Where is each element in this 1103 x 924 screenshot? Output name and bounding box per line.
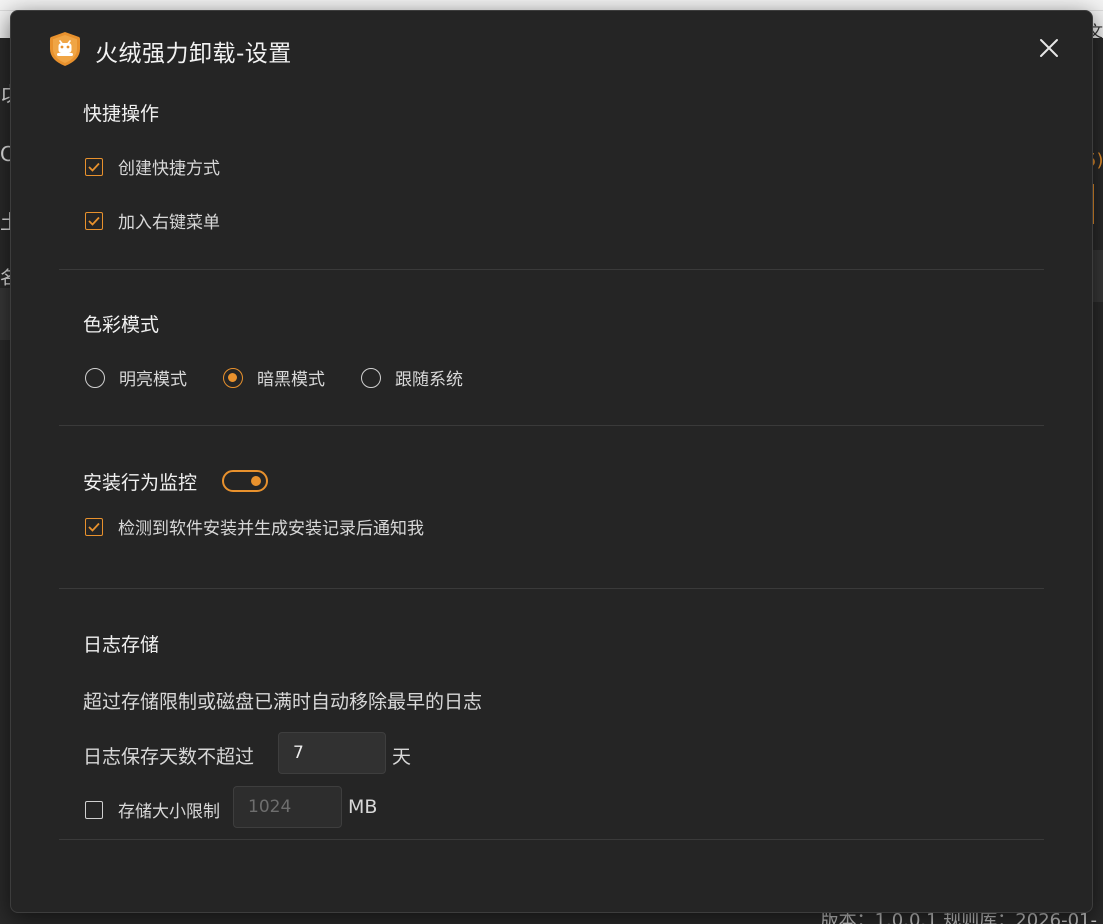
section-divider	[59, 269, 1044, 270]
section-title-shortcut: 快捷操作	[83, 103, 160, 125]
color-mode-radio-group: 明亮模式 暗黑模式 跟随系统	[85, 365, 499, 390]
check-icon	[88, 522, 100, 532]
dialog-title-bar[interactable]: 火绒强力卸载-设置	[11, 11, 1092, 85]
section-divider	[59, 839, 1044, 840]
radio-button[interactable]	[223, 367, 243, 388]
add-context-menu-label: 加入右键菜单	[118, 213, 220, 233]
log-days-input[interactable]: 7	[278, 732, 386, 774]
install-notify-checkbox-row[interactable]: 检测到软件安装并生成安装记录后通知我	[85, 514, 424, 539]
settings-dialog: 火绒强力卸载-设置 快捷操作 创建快捷方式 加入右键菜单 色彩模式 明亮模式 暗…	[10, 10, 1093, 913]
radio-dark-mode[interactable]: 暗黑模式	[223, 365, 325, 390]
size-limit-label: 存储大小限制	[118, 802, 220, 822]
radio-label: 跟随系统	[395, 370, 463, 390]
radio-label: 暗黑模式	[257, 370, 325, 390]
add-context-menu-checkbox-row[interactable]: 加入右键菜单	[85, 208, 220, 233]
radio-button[interactable]	[361, 367, 381, 388]
install-notify-checkbox[interactable]	[85, 517, 103, 536]
radio-light-mode[interactable]: 明亮模式	[85, 365, 187, 390]
size-limit-unit: MB	[348, 796, 378, 818]
dialog-title: 火绒强力卸载-设置	[95, 41, 292, 67]
create-shortcut-label: 创建快捷方式	[118, 159, 220, 179]
section-title-install-monitor: 安装行为监控	[83, 472, 198, 494]
section-title-log-storage: 日志存储	[83, 634, 160, 656]
section-divider	[59, 425, 1044, 426]
radio-button[interactable]	[85, 367, 105, 388]
size-limit-checkbox-row[interactable]: 存储大小限制	[85, 797, 220, 822]
close-icon[interactable]	[1036, 35, 1062, 61]
radio-follow-system[interactable]: 跟随系统	[361, 365, 463, 390]
create-shortcut-checkbox-row[interactable]: 创建快捷方式	[85, 154, 220, 179]
create-shortcut-checkbox[interactable]	[85, 157, 103, 176]
size-limit-input[interactable]: 1024	[233, 786, 342, 828]
section-title-color-mode: 色彩模式	[83, 314, 160, 336]
add-context-menu-checkbox[interactable]	[85, 211, 103, 230]
log-days-unit: 天	[392, 746, 412, 768]
log-storage-description: 超过存储限制或磁盘已满时自动移除最早的日志	[83, 691, 483, 713]
check-icon	[88, 162, 100, 172]
size-limit-checkbox[interactable]	[85, 800, 103, 819]
huorong-shield-logo-icon	[50, 32, 80, 66]
install-monitor-toggle[interactable]	[222, 470, 268, 492]
check-icon	[88, 216, 100, 226]
radio-label: 明亮模式	[119, 370, 187, 390]
log-days-label: 日志保存天数不超过	[83, 746, 255, 768]
toggle-knob	[251, 476, 261, 486]
section-divider	[59, 588, 1044, 589]
install-notify-label: 检测到软件安装并生成安装记录后通知我	[118, 519, 424, 539]
